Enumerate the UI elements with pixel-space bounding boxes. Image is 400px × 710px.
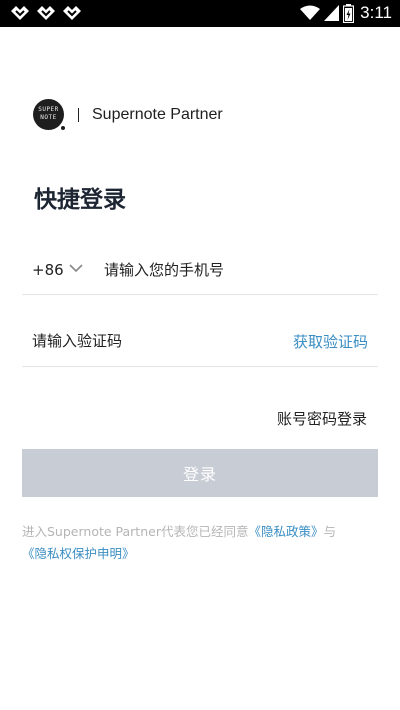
- agreement-prefix: 进入Supernote Partner代表您已经同意: [22, 524, 249, 539]
- supernote-logo: SUPER NOTE: [33, 99, 66, 131]
- app-notification-icon: [11, 6, 29, 20]
- status-bar: 3:11: [0, 0, 400, 27]
- app-notification-icon: [37, 6, 55, 20]
- phone-number-row: +86: [22, 247, 378, 295]
- agreement-text: 进入Supernote Partner代表您已经同意《隐私政策》与《隐私权保护申…: [22, 521, 378, 565]
- privacy-policy-link[interactable]: 《隐私政策》: [248, 524, 323, 539]
- chevron-down-icon[interactable]: [69, 264, 83, 273]
- logo-text-line2: NOTE: [40, 114, 57, 121]
- status-icons: 3:11: [300, 3, 392, 23]
- verification-code-row: 获取验证码: [22, 318, 378, 367]
- page-title: 快捷登录: [34, 187, 126, 213]
- logo-dot: [60, 125, 66, 131]
- brand-header: SUPER NOTE Supernote Partner: [33, 99, 223, 131]
- login-button[interactable]: 登录: [22, 449, 378, 497]
- notification-icons: [10, 4, 82, 22]
- privacy-protection-link[interactable]: 《隐私权保护申明》: [22, 546, 135, 561]
- get-code-button[interactable]: 获取验证码: [293, 331, 368, 352]
- phone-input[interactable]: [104, 257, 364, 283]
- app-notification-icon: [63, 6, 81, 20]
- brand-name: Supernote Partner: [92, 105, 223, 123]
- wifi-icon: [300, 5, 321, 20]
- country-code[interactable]: +86: [32, 261, 64, 279]
- battery-icon: [343, 3, 355, 23]
- brand-divider: [78, 107, 79, 122]
- logo-text-line1: SUPER: [38, 106, 59, 113]
- signal-icon: [324, 5, 340, 21]
- agreement-connector: 与: [323, 524, 336, 539]
- password-login-link[interactable]: 账号密码登录: [277, 408, 367, 429]
- verification-code-input[interactable]: [32, 328, 252, 354]
- status-time: 3:11: [360, 3, 392, 22]
